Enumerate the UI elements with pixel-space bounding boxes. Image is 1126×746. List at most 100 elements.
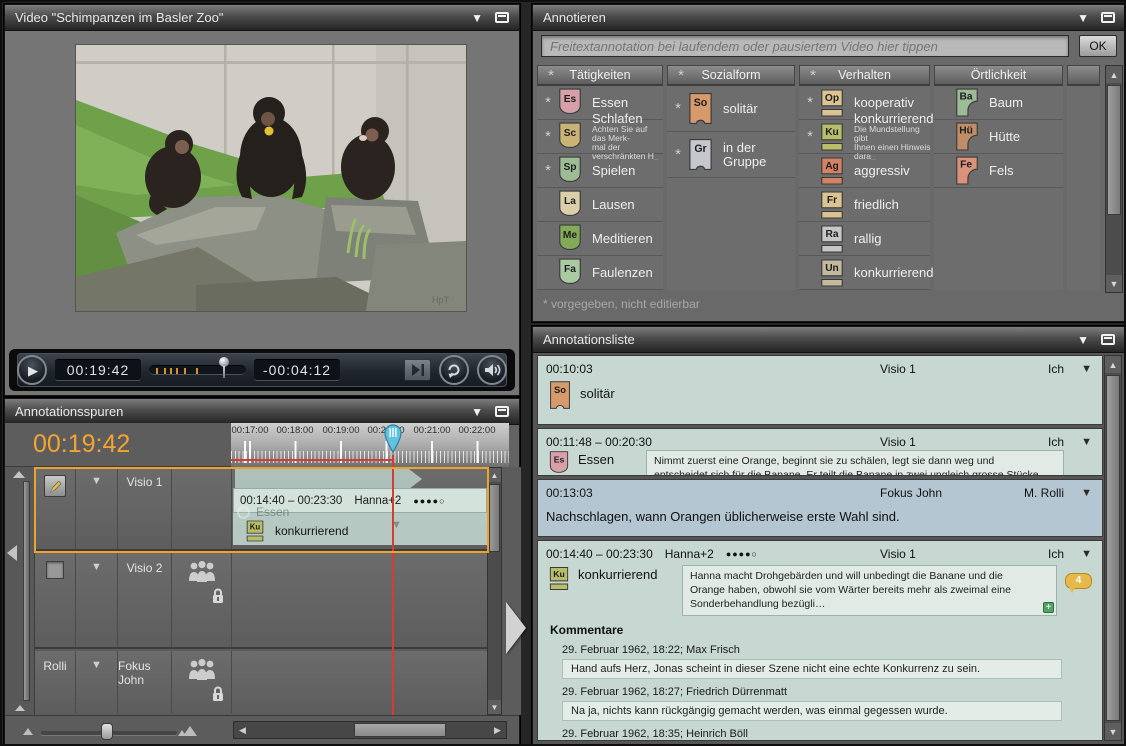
seek-pin[interactable]	[217, 357, 231, 379]
track-timeline-visio2[interactable]	[232, 553, 487, 647]
entry-text-box[interactable]: Hanna macht Drohgebärden und will unbedi…	[682, 565, 1057, 616]
expand-text-button[interactable]: +	[1043, 602, 1054, 613]
scrollbar-thumb[interactable]	[354, 723, 446, 737]
zoom-in-icon[interactable]	[183, 726, 197, 736]
category-item-meditieren[interactable]: Me Meditieren	[537, 222, 663, 256]
category-item-schlafen[interactable]: * Sc Schlafen Achten Sie auf das Merk-ma…	[537, 120, 663, 154]
lock-icon[interactable]	[211, 685, 225, 702]
freetext-annotation-input[interactable]	[541, 35, 1069, 57]
entry-author: Ich	[1020, 362, 1064, 376]
entry-badge: Ku	[548, 565, 570, 592]
minimize-icon[interactable]	[1101, 12, 1115, 23]
collapse-left-icon[interactable]	[7, 545, 17, 561]
track-checkbox[interactable]	[46, 561, 64, 579]
panel-menu-icon[interactable]: ▼	[1077, 11, 1089, 25]
entry-track: Visio 1	[880, 362, 1008, 376]
category-item-in-der-gruppe[interactable]: * Gr in der Gruppe	[667, 132, 795, 178]
scrollbar-thumb[interactable]	[1107, 85, 1121, 215]
column-taetigkeiten: *Tätigkeiten * Es Essen * Sc Schlafen Ac…	[537, 65, 663, 290]
playhead-pin[interactable]	[382, 423, 404, 453]
minimize-icon[interactable]	[495, 406, 509, 417]
minimize-icon[interactable]	[1101, 334, 1115, 345]
ruler-label: 00:18:00	[271, 425, 319, 436]
zoom-out-icon[interactable]	[23, 728, 33, 735]
annotation-entry-2[interactable]: 00:11:48 – 00:20:30 Visio 1 Ich ▼ Es Ess…	[537, 428, 1103, 476]
timeline-horizontal-scrollbar[interactable]: ◀ ▶	[233, 721, 507, 739]
entry-dropdown-icon[interactable]: ▼	[1076, 548, 1092, 560]
zoom-slider-handle[interactable]	[101, 723, 113, 740]
category-item-konkurrierend-un[interactable]: Un konkurrierend	[799, 256, 930, 290]
track-row-visio2[interactable]: ▼ Visio 2	[35, 553, 487, 649]
side-scroll-groove[interactable]	[23, 481, 30, 701]
scroll-up-icon[interactable]	[13, 471, 25, 478]
entry-label: konkurrierend	[578, 565, 674, 582]
volume-icon	[483, 361, 502, 379]
track-timeline-fokus-john[interactable]	[232, 651, 487, 713]
comment-meta: 29. Februar 1962, 18:27; Friedrich Dürre…	[562, 686, 1092, 698]
category-item-baum[interactable]: Ba Baum	[934, 86, 1063, 120]
entry-dropdown-icon[interactable]: ▼	[1076, 363, 1092, 375]
elapsed-red-line	[231, 459, 393, 461]
entry-dropdown-icon[interactable]: ▼	[1076, 487, 1092, 499]
entry-text-box[interactable]: Nimmt zuerst eine Orange, beginnt sie zu…	[646, 450, 1064, 476]
scrollbar-thumb[interactable]	[1106, 375, 1120, 721]
category-item-huette[interactable]: Hü Hütte	[934, 120, 1063, 154]
scroll-up-button[interactable]: ▲	[488, 468, 501, 482]
category-item-fels[interactable]: Fe Fels	[934, 154, 1063, 188]
annotation-entry-4[interactable]: 00:14:40 – 00:23:30 Hanna+2 ●●●●○ Visio …	[537, 540, 1103, 741]
scroll-up-button[interactable]: ▲	[1105, 356, 1121, 373]
track-timeline-visio1[interactable]: 00:14:40 – 00:23:30 Hanna+2 ●●●●○ Essen	[232, 467, 487, 549]
entry-author: Ich	[1020, 547, 1064, 561]
track-dropdown-icon[interactable]: ▼	[91, 475, 102, 487]
comment-count-bubble[interactable]: 4	[1065, 573, 1092, 589]
ok-button[interactable]: OK	[1079, 35, 1117, 57]
category-item-solitaer[interactable]: * So solitär	[667, 86, 795, 132]
annotate-panel: Annotieren ▼ OK *Tätigkeiten * Es Essen …	[532, 4, 1126, 322]
category-item-rallig[interactable]: Ra rallig	[799, 222, 930, 256]
category-badge: La	[557, 189, 583, 221]
minimize-icon[interactable]	[495, 12, 509, 23]
panel-menu-icon[interactable]: ▼	[1077, 333, 1089, 347]
scroll-down-button[interactable]: ▼	[1105, 723, 1121, 740]
volume-button[interactable]	[477, 355, 507, 385]
scroll-left-button[interactable]: ◀	[234, 722, 251, 738]
track-dropdown-icon[interactable]: ▼	[91, 561, 102, 573]
annotate-scrollbar[interactable]: ▲ ▼	[1105, 65, 1123, 293]
panel-menu-icon[interactable]: ▼	[471, 405, 483, 419]
entry-time: 00:10:03	[546, 362, 593, 376]
edit-track-button[interactable]	[44, 475, 66, 497]
seek-slider[interactable]	[149, 365, 246, 375]
annotation-segment-body[interactable]: Essen Ku konkurrierend ▼	[233, 513, 487, 545]
track-row-visio1[interactable]: ▼ Visio 1 00:14:40 – 00:23:30 Hanna+2 ●●…	[35, 467, 487, 551]
comments-header: Kommentare	[550, 623, 1092, 637]
entry-dropdown-icon[interactable]: ▼	[1076, 436, 1092, 448]
scroll-right-button[interactable]: ▶	[489, 722, 506, 738]
tracks-vertical-scrollbar[interactable]: ▲ ▼	[487, 467, 502, 715]
next-marker-button[interactable]	[404, 359, 431, 381]
annotation-entry-1[interactable]: 00:10:03 Visio 1 Ich ▼ So solitär	[537, 355, 1103, 425]
loop-button[interactable]	[439, 355, 469, 385]
scroll-up-small-icon[interactable]	[15, 705, 25, 711]
scrollbar-thumb[interactable]	[489, 484, 500, 552]
track-dropdown-icon[interactable]: ▼	[91, 659, 102, 671]
track-row-fokus-john[interactable]: Rolli ▼ Fokus John	[35, 651, 487, 713]
panel-menu-icon[interactable]: ▼	[471, 11, 483, 25]
scroll-down-button[interactable]: ▼	[488, 700, 501, 714]
play-button[interactable]: ▶	[17, 355, 47, 385]
category-badge: Ra	[819, 223, 845, 255]
column-header: *Tätigkeiten	[537, 65, 663, 86]
category-item-faulenzen[interactable]: Fa Faulenzen	[537, 256, 663, 290]
list-scrollbar[interactable]: ▲ ▼	[1104, 355, 1122, 741]
scroll-up-button[interactable]: ▲	[1106, 66, 1122, 83]
category-item-friedlich[interactable]: Fr friedlich	[799, 188, 930, 222]
segment-rating: ●●●●○	[413, 496, 445, 506]
svg-text:Ba: Ba	[960, 91, 973, 102]
scroll-down-button[interactable]: ▼	[1106, 275, 1122, 292]
annotation-entry-3[interactable]: 00:13:03 Fokus John M. Rolli ▼ Nachschla…	[537, 479, 1103, 537]
category-columns: *Tätigkeiten * Es Essen * Sc Schlafen Ac…	[537, 65, 1104, 290]
category-item-konkurrierend[interactable]: * Ku konkurrierend Die Mundstellung gibt…	[799, 120, 930, 154]
category-item-lausen[interactable]: La Lausen	[537, 188, 663, 222]
panel-expander-arrow[interactable]	[506, 602, 526, 654]
lock-icon[interactable]	[211, 587, 225, 604]
preset-marker: *	[671, 147, 685, 162]
